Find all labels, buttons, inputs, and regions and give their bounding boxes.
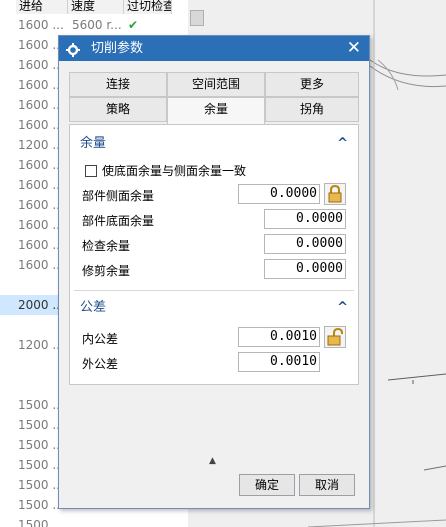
intol-input[interactable]: 0.0010 xyxy=(238,327,320,347)
tolerance-section-header[interactable]: 公差 ^ xyxy=(70,297,358,319)
uniform-floor-stock-checkbox[interactable] xyxy=(85,165,97,177)
stock-section-header[interactable]: 余量 ^ xyxy=(70,133,358,155)
trim-stock-input[interactable]: 0.0000 xyxy=(264,259,346,279)
part-side-stock-input[interactable]: 0.0000 xyxy=(238,184,320,204)
column-header-feed[interactable]: 进给 xyxy=(16,0,68,14)
trim-stock-label: 修剪余量 xyxy=(82,264,131,278)
lock-icon xyxy=(328,184,342,203)
part-floor-stock-label: 部件底面余量 xyxy=(82,214,155,228)
cutting-parameters-dialog: 切削参数 ✕ 连接 空间范围 更多 策略 余量 拐角 余量 ^ 使底面余量与侧面… xyxy=(58,35,370,509)
outtol-input[interactable]: 0.0010 xyxy=(238,352,320,372)
tab-stock[interactable]: 余量 xyxy=(167,97,265,125)
check-stock-input[interactable]: 0.0000 xyxy=(264,234,346,254)
gouge-check-cell: ✔ xyxy=(128,18,139,32)
uniform-floor-stock-label: 使底面余量与侧面余量一致 xyxy=(102,164,247,178)
column-header-speed[interactable]: 速度 xyxy=(68,0,124,14)
tab-connections[interactable]: 连接 xyxy=(69,72,167,97)
stock-tab-panel: 余量 ^ 使底面余量与侧面余量一致 部件侧面余量 0.0000 部件底面余量 0… xyxy=(69,124,359,385)
dialog-title: 切削参数 xyxy=(91,41,144,56)
lock-button[interactable] xyxy=(324,183,346,205)
stock-section-title: 余量 xyxy=(80,136,107,151)
intol-label: 内公差 xyxy=(82,332,119,346)
unlock-icon xyxy=(327,327,343,346)
tab-more[interactable]: 更多 xyxy=(265,72,359,97)
part-side-stock-label: 部件侧面余量 xyxy=(82,189,155,203)
feed-cell: 1600 ... xyxy=(18,18,64,32)
column-header-gouge-check[interactable]: 过切检查 xyxy=(124,0,172,14)
dialog-title-bar[interactable]: 切削参数 ✕ xyxy=(59,36,369,61)
tab-strategy[interactable]: 策略 xyxy=(69,97,167,122)
part-floor-stock-input[interactable]: 0.0000 xyxy=(264,209,346,229)
toolbar-icon[interactable] xyxy=(190,10,204,26)
expand-arrow-icon[interactable]: ▲ xyxy=(209,456,216,466)
outtol-label: 外公差 xyxy=(82,357,119,371)
tab-corners[interactable]: 拐角 xyxy=(265,97,359,122)
section-divider xyxy=(74,290,354,291)
unlock-button[interactable] xyxy=(324,326,346,348)
speed-cell: 5600 r... xyxy=(72,18,122,32)
close-icon[interactable]: ✕ xyxy=(347,36,361,60)
gear-icon xyxy=(66,41,80,57)
dialog-footer: ▲ 确定 取消 xyxy=(59,456,369,508)
ok-button[interactable]: 确定 xyxy=(239,474,295,496)
check-stock-label: 检查余量 xyxy=(82,239,131,253)
tolerance-section-title: 公差 xyxy=(80,300,107,315)
tab-containment[interactable]: 空间范围 xyxy=(167,72,265,97)
chevron-up-icon[interactable]: ^ xyxy=(337,297,348,319)
cancel-button[interactable]: 取消 xyxy=(299,474,355,496)
table-row[interactable]: 1500 ... xyxy=(0,515,180,527)
feed-cell: 1500 ... xyxy=(18,518,64,527)
table-row[interactable]: 1600 ... 5600 r... ✔ xyxy=(0,15,180,35)
chevron-up-icon[interactable]: ^ xyxy=(337,133,348,155)
